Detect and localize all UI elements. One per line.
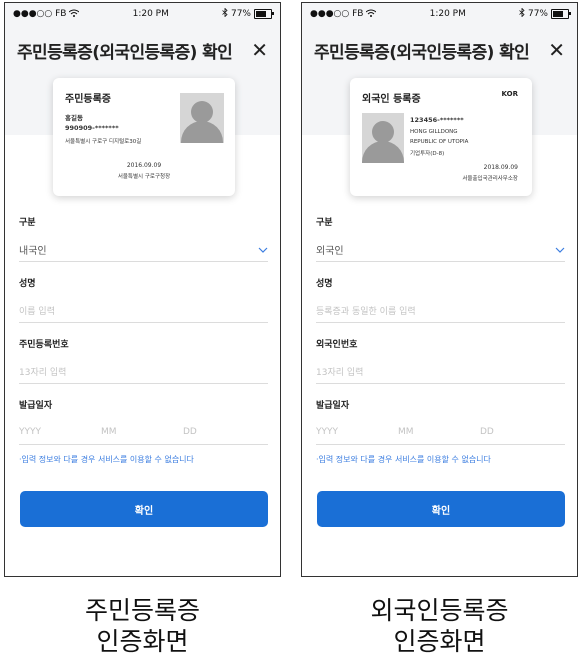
resident-card-screen: ●●●○○ FB 1:20 PM 77% 주민등록증(외국인등록증) 확인 ✕ … bbox=[4, 2, 281, 577]
caption-line-1: 외국인등록증 bbox=[370, 596, 509, 625]
page-title: 주민등록증(외국인등록증) 확인 bbox=[17, 42, 233, 63]
confirm-button[interactable]: 확인 bbox=[20, 491, 268, 527]
caption-resident: 주민등록증 인증화면 bbox=[4, 595, 281, 657]
issue-date-inputs: YYYY MM DD bbox=[316, 420, 565, 445]
card-nationality: REPUBLIC OF UTOPIA bbox=[410, 139, 469, 145]
year-input[interactable]: YYYY bbox=[316, 427, 398, 437]
name-placeholder: 이름 입력 bbox=[19, 306, 55, 317]
mismatch-notice: ·입력 정보와 다를 경우 서비스를 이용할 수 없습니다 bbox=[316, 455, 491, 464]
page-title: 주민등록증(외국인등록증) 확인 bbox=[314, 42, 530, 63]
type-select[interactable]: 외국인 bbox=[316, 237, 565, 262]
confirm-button[interactable]: 확인 bbox=[317, 491, 565, 527]
day-input[interactable]: DD bbox=[183, 427, 265, 437]
type-select[interactable]: 내국인 bbox=[19, 237, 268, 262]
status-bar: ●●●○○ FB 1:20 PM 77% bbox=[302, 3, 577, 25]
bluetooth-icon bbox=[222, 7, 228, 20]
caption-line-1: 주민등록증 bbox=[84, 596, 200, 625]
close-icon[interactable]: ✕ bbox=[548, 40, 565, 60]
card-issuer: 서울특별시 구로구청장 bbox=[117, 174, 171, 180]
status-time: 1:20 PM bbox=[132, 9, 169, 19]
type-value: 내국인 bbox=[19, 245, 47, 257]
battery-icon bbox=[253, 9, 274, 19]
card-preview-area: 주민등록증 홍길동 990909-******* 서울특별시 구로구 디지털로3… bbox=[5, 75, 280, 201]
name-placeholder: 등록증과 동일한 이름 입력 bbox=[316, 306, 416, 317]
carrier-label: ●●●○○ FB bbox=[13, 9, 67, 19]
mismatch-notice: ·입력 정보와 다를 경우 서비스를 이용할 수 없습니다 bbox=[19, 455, 194, 464]
card-address: 서울특별시 구로구 디지털로30길 bbox=[65, 139, 142, 145]
alien-number-placeholder: 13자리 입력 bbox=[316, 367, 364, 378]
year-input[interactable]: YYYY bbox=[19, 427, 101, 437]
caption-alien: 외국인등록증 인증화면 bbox=[301, 595, 578, 657]
type-value: 외국인 bbox=[316, 245, 344, 257]
caption-line-2: 인증화면 bbox=[96, 627, 189, 656]
status-time: 1:20 PM bbox=[429, 9, 466, 19]
bluetooth-icon bbox=[519, 7, 525, 20]
alien-registration-card: 외국인 등록증 KOR 123456-******* HONG GILLDONG… bbox=[350, 78, 532, 196]
name-input[interactable]: 등록증과 동일한 이름 입력 bbox=[316, 298, 565, 323]
battery-percent: 77% bbox=[527, 9, 548, 19]
alien-number-label: 외국인번호 bbox=[316, 340, 358, 350]
wifi-icon bbox=[366, 9, 377, 20]
month-input[interactable]: MM bbox=[398, 427, 480, 437]
battery-icon bbox=[550, 9, 571, 19]
card-issue-date: 2016.09.09 bbox=[126, 162, 162, 169]
wifi-icon bbox=[69, 9, 80, 20]
resident-number-input[interactable]: 13자리 입력 bbox=[19, 359, 268, 384]
resident-number-label: 주민등록번호 bbox=[19, 340, 69, 350]
card-english-name: HONG GILLDONG bbox=[410, 129, 458, 135]
card-preview-area: 외국인 등록증 KOR 123456-******* HONG GILLDONG… bbox=[302, 75, 577, 201]
alien-card-screen: ●●●○○ FB 1:20 PM 77% 주민등록증(외국인등록증) 확인 ✕ … bbox=[301, 2, 578, 577]
month-input[interactable]: MM bbox=[101, 427, 183, 437]
issue-date-inputs: YYYY MM DD bbox=[19, 420, 268, 445]
card-id-number: 990909-******* bbox=[65, 124, 119, 132]
person-silhouette-icon bbox=[180, 93, 224, 143]
name-input[interactable]: 이름 입력 bbox=[19, 298, 268, 323]
identity-form: 구분 내국인 성명 이름 입력 주민등록번호 13자리 입력 발급일자 YYYY bbox=[5, 201, 280, 465]
identity-form: 구분 외국인 성명 등록증과 동일한 이름 입력 외국인번호 13자리 입력 발… bbox=[302, 201, 577, 465]
resident-id-card: 주민등록증 홍길동 990909-******* 서울특별시 구로구 디지털로3… bbox=[53, 78, 235, 196]
close-icon[interactable]: ✕ bbox=[251, 40, 268, 60]
caption-line-2: 인증화면 bbox=[393, 627, 486, 656]
name-label: 성명 bbox=[316, 279, 333, 289]
card-visa-type: 기업투자(D-8) bbox=[410, 151, 445, 157]
name-label: 성명 bbox=[19, 279, 36, 289]
day-input[interactable]: DD bbox=[480, 427, 562, 437]
issue-date-label: 발급일자 bbox=[19, 401, 53, 411]
card-name: 홍길동 bbox=[65, 114, 83, 122]
battery-percent: 77% bbox=[230, 9, 251, 19]
person-silhouette-icon bbox=[362, 113, 404, 163]
card-title: 외국인 등록증 bbox=[362, 94, 421, 105]
type-label: 구분 bbox=[19, 218, 36, 228]
card-country-code: KOR bbox=[501, 90, 518, 98]
carrier-label: ●●●○○ FB bbox=[310, 9, 364, 19]
chevron-down-icon bbox=[555, 243, 565, 256]
alien-number-input[interactable]: 13자리 입력 bbox=[316, 359, 565, 384]
page-header: 주민등록증(외국인등록증) 확인 ✕ bbox=[302, 25, 577, 75]
card-title: 주민등록증 bbox=[65, 94, 111, 105]
card-issue-date: 2018.09.09 bbox=[483, 164, 518, 171]
resident-number-placeholder: 13자리 입력 bbox=[19, 367, 67, 378]
status-bar: ●●●○○ FB 1:20 PM 77% bbox=[5, 3, 280, 25]
issue-date-label: 발급일자 bbox=[316, 401, 350, 411]
page-header: 주민등록증(외국인등록증) 확인 ✕ bbox=[5, 25, 280, 75]
type-label: 구분 bbox=[316, 218, 333, 228]
card-id-number: 123456-******* bbox=[410, 116, 464, 124]
card-issuer: 서울출입국관리사무소장 bbox=[462, 176, 518, 182]
chevron-down-icon bbox=[258, 243, 268, 256]
